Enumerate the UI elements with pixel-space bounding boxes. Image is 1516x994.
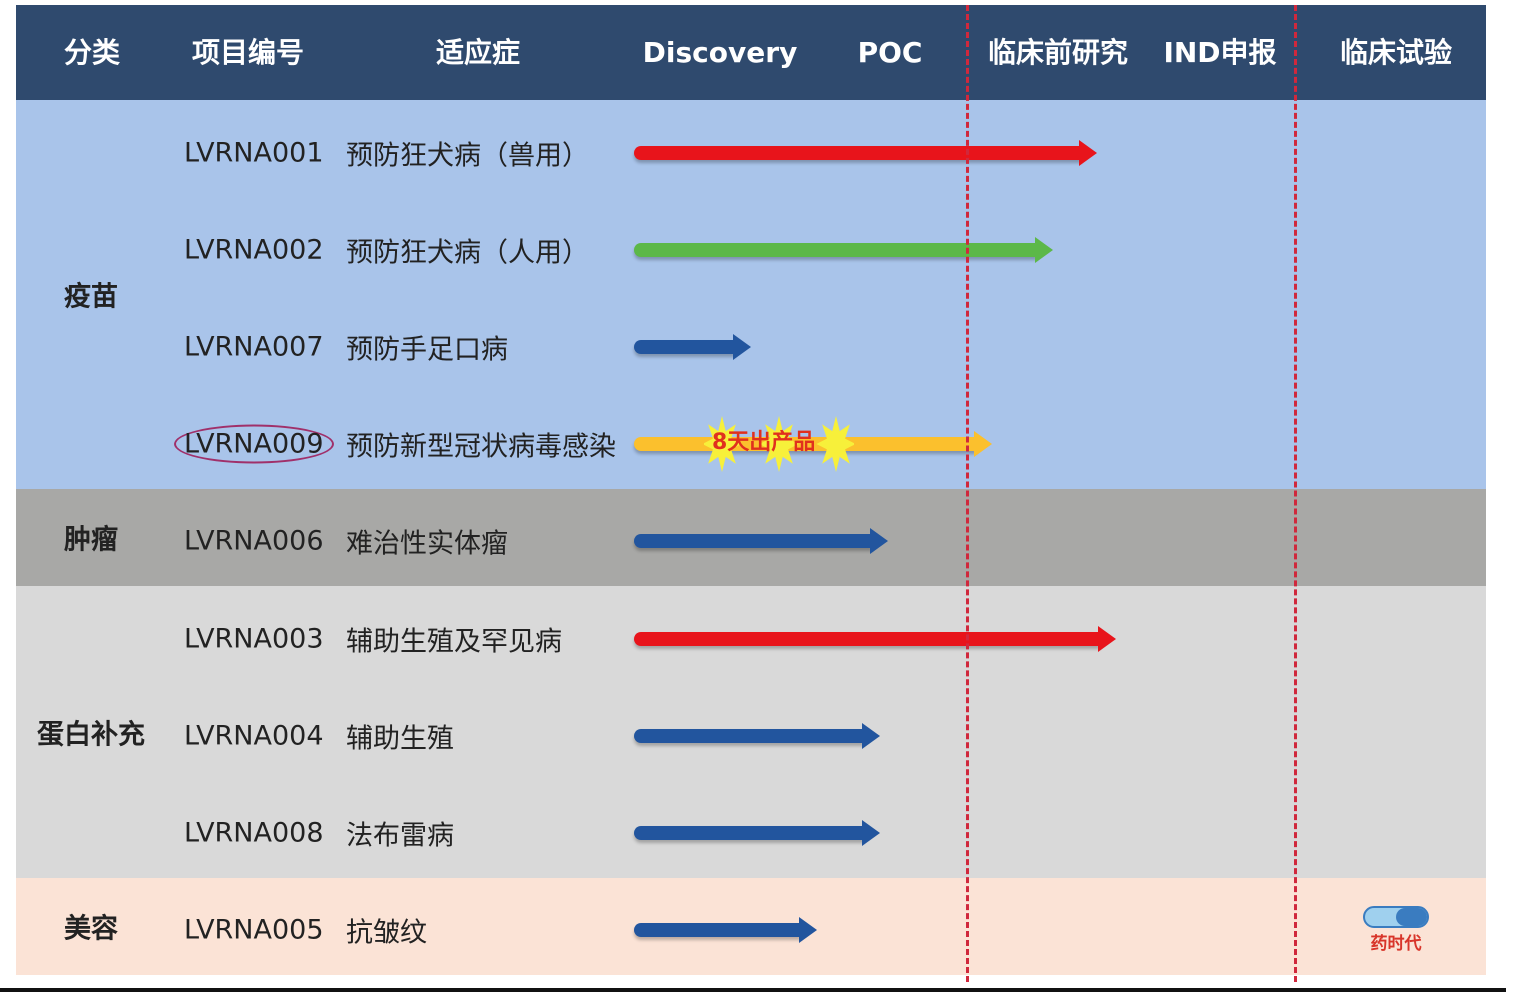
indication: 辅助生殖 — [346, 723, 454, 755]
arrow-shaft — [634, 534, 872, 549]
milestone-dashed-line — [1294, 5, 1297, 982]
column-header: IND申报 — [1163, 36, 1277, 69]
indication: 预防手足口病 — [346, 334, 508, 366]
project-code-text: LVRNA005 — [184, 914, 324, 946]
indication: 预防新型冠状病毒感染 — [346, 431, 616, 463]
arrow-shaft — [634, 728, 864, 743]
progress-arrow — [634, 625, 1116, 652]
column-header: Discovery — [642, 36, 798, 69]
pipeline-diagram: 分类 项目编号 适应症 Discovery POC 临床前研究 IND申报 临床试验 疫苗 LV… — [16, 5, 1486, 982]
indication: 难治性实体瘤 — [346, 528, 508, 560]
progress-arrow — [634, 722, 880, 749]
project-code-text: LVRNA001 — [184, 137, 324, 169]
arrow-head-icon — [798, 917, 817, 944]
arrow-head-icon — [974, 431, 993, 458]
progress-arrow: 8天出产品 — [634, 416, 993, 473]
indication: 抗皱纹 — [346, 917, 427, 949]
project-code-text: LVRNA007 — [184, 331, 324, 363]
progress-arrow — [634, 139, 1097, 166]
column-header: 适应症 — [435, 36, 521, 69]
milestone-dashed-line — [966, 5, 969, 982]
project-code: LVRNA005 — [184, 915, 324, 946]
svg-text:药时代: 药时代 — [1371, 933, 1422, 954]
category-label: 美容 — [64, 913, 118, 945]
project-code: LVRNA009 — [174, 424, 334, 464]
project-code: LVRNA007 — [184, 332, 324, 363]
indication: 辅助生殖及罕见病 — [346, 626, 562, 658]
progress-arrow — [634, 820, 880, 846]
project-code: LVRNA001 — [184, 137, 324, 168]
category-label: 蛋白补充 — [37, 719, 145, 751]
indication: 法布雷病 — [346, 820, 454, 852]
project-code-text: LVRNA008 — [184, 817, 324, 849]
project-code: LVRNA008 — [184, 818, 324, 849]
column-header: 分类 — [63, 36, 121, 69]
project-code-text: LVRNA002 — [184, 234, 324, 266]
arrow-head-icon — [861, 820, 880, 846]
arrow-shaft — [634, 145, 1081, 160]
watermark-logo: 药时代 — [1363, 906, 1429, 954]
project-code: LVRNA006 — [184, 526, 324, 557]
project-code: LVRNA002 — [184, 234, 324, 265]
arrow-head-icon — [1035, 236, 1053, 263]
category-label: 疫苗 — [64, 281, 118, 313]
arrow-head-icon — [861, 722, 880, 749]
arrow-head-icon — [1097, 625, 1116, 652]
column-header: 临床试验 — [1339, 36, 1453, 69]
progress-arrow — [634, 236, 1053, 263]
project-code-text: LVRNA003 — [184, 623, 324, 655]
column-header: 临床前研究 — [987, 36, 1129, 69]
progress-arrow — [634, 334, 752, 360]
header-row: 分类 项目编号 适应症 Discovery POC 临床前研究 IND申报 临床试验 — [16, 5, 1486, 100]
project-code-text: LVRNA004 — [184, 720, 324, 752]
project-code: LVRNA004 — [184, 720, 324, 751]
column-header: POC — [857, 36, 923, 69]
project-code-text: LVRNA009 — [174, 424, 334, 464]
arrow-shaft — [634, 631, 1100, 646]
arrow-shaft — [634, 242, 1037, 257]
progress-arrow — [634, 528, 888, 555]
arrow-head-icon — [869, 528, 888, 555]
arrow-head-icon — [1078, 139, 1097, 166]
project-code-text: LVRNA006 — [184, 525, 324, 557]
arrow-shaft — [634, 923, 801, 938]
indication: 预防狂犬病（人用） — [346, 237, 589, 269]
arrow-shaft — [634, 826, 864, 840]
arrow-head-icon — [733, 334, 752, 360]
category-label: 肿瘤 — [64, 524, 118, 556]
column-header: 项目编号 — [191, 36, 305, 69]
arrow-shaft — [634, 340, 736, 354]
project-code: LVRNA003 — [184, 623, 324, 654]
bottom-border — [0, 988, 1506, 992]
annotation-label: 8天出产品 — [712, 430, 816, 456]
progress-arrow — [634, 917, 817, 944]
indication: 预防狂犬病（兽用） — [346, 140, 589, 172]
